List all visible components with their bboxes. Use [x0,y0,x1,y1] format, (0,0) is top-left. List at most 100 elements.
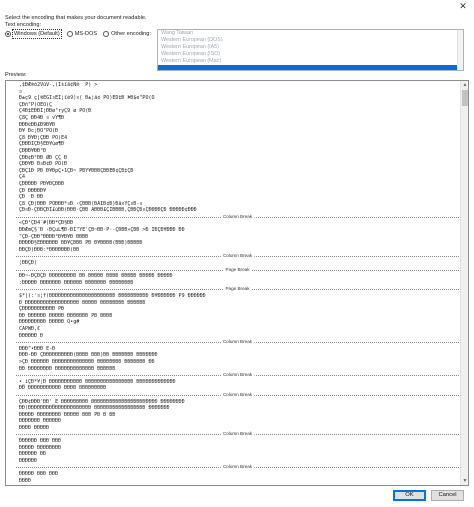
encoding-option[interactable]: Western European (Mac) [158,58,463,65]
encoding-option[interactable]: Western European (IA5) [158,44,463,51]
break-label: Page Break [223,286,252,293]
section-break: Page Break [16,266,459,274]
preview-line: :ÐÐÐÐÐ ÐÐÐÐÐÐÐ ÐÐÐÐÐÐ ÐÐÐÐÐÐÐ ÐÐÐÐÐÐÐÐ [16,279,134,286]
preview-line: ÐÐÐÐÐ§ÈÐÐÐÐÐÐ ÐÐ¥ÇÐÐÐ PÐ Ð¥ÐÐÐÐ(ÐÐÐ)ÐÐÐÐ… [16,240,143,247]
radio-unselected-icon[interactable] [66,30,73,37]
encoding-option[interactable] [158,65,463,70]
preview-line: >ÇÐ ÐÐÐÐÐÐ ÐÐÐÐÐÐÐÐÐÐÐÐÐÐ ÐÐÐÐÐÐÐÐ ÐÐÐÐÐ… [16,358,155,365]
preview-pane[interactable]: ,‡ÐÆ®ó2VùV-,(Ïšïä¢Ñ® P) > ¤ Ð±ç9 ç[®ÈGÌ¤… [5,80,469,486]
preview-line: "ÇÐ-ÇÐÐ"ÐÐÐÐ°Ð¥Ð¥Ð ÐÐÐÐ [16,233,89,240]
section-break: Column Break [16,213,459,221]
break-label: Column Break [220,372,255,379]
close-icon[interactable]: ✕ [456,0,470,12]
preview-line: ÐÐ)ÐÐÐÐÐÐÐÐÐÐÐÐÐÐÐÐÐÐÐÐÐ ÐÐÐÐÐÐÐÐÐÐÐÐÐÐÐ… [16,405,170,412]
preview-line: ÐÐ ÐÐÐÐÐÐÐÐÐÐÐ ÐÐÐÐ ÐÐÐÐÐÐÐÐÐ [16,385,107,392]
break-label: Column Break [220,213,255,221]
preview-line: ÐÐ~-ÐÇÐÇÐ ÐÐÐÐÐÐÐÐÐ ÐÐ ÐÐÐÐÐ ÐÐÐÐ ÐÐÐÐÐ … [16,273,173,280]
preview-line: «ÇÐ²ÇÐ4¨#)ÐÐ*ÇÐ§ÐÐ [16,220,74,227]
section-break: Column Break [16,431,459,439]
break-label: Column Break [220,339,255,346]
preview-line: ÐÐÐÐÐÐ [16,457,38,464]
scroll-up-icon[interactable]: ▲ [461,81,468,89]
scroll-thumb[interactable] [462,90,468,106]
preview-line: ¦ÐÐÇÐ( [16,260,38,267]
section-break: Column Break [16,372,459,379]
preview-line: ÐÐÐÐÐÐ Ð [16,332,44,339]
preview-line: ÐÐÐÐÐÐ ÐÐÐ ÐÐÐ [16,438,62,445]
preview-line: ÇÐÐÐÐÐ PÐ¥ÐÇÐÐÐ [16,180,65,187]
preview-line: ÇÐÐÐ¥ÐÐ°Ð [16,147,47,154]
title-bar: ✕ [0,0,474,13]
preview-line: ÐÐ ÐÐÐÐÐÐ ÐÐÐÐÐ ÐÐÐÐÐÐÐ PÐ ÐÐÐÐ [16,312,113,319]
preview-line: Ç8 Ð¥Ð¦ÇÐÐ PÒ)É4 [16,134,68,141]
preview-label: Preview: [5,72,27,78]
break-label: Column Break [220,253,255,261]
preview-line: ,‡ÐÆ®ó2VùV-,(Ïšïä¢Ñ® P) > [16,82,98,88]
preview-line: $*|(:'¤¦f(ÐÐÐÐÐÐÐÐÐÐÐÐÐÐÐÐÐÐÐÐÐÐ ÐÐÐÐÐÐÐ… [16,293,206,299]
preview-line: ¤ [16,88,23,95]
listbox-scrollbar[interactable] [457,30,463,70]
preview-line: ÐÐÐ"•ÐÐÐ È-Ð [16,345,56,352]
preview-line: ÇÐ¤Ð-ÇÐÐÇÐÎ£ùÐÐ(ÐÐÐ·ÇÐÐ ÃÐÐÐ£ÇÌÐÐÐÐ,ÇÐÐÇ… [16,207,197,214]
radio-ms-dos[interactable]: MS-DOS [66,30,98,38]
preview-line: Ç8Ç ÐÐ4Ð ¤ vŸ¶Ð [16,114,65,121]
preview-line: Ç4 [16,174,26,181]
preview-line: ÐÐÐÐÐ ÐÐÐ ÐÐÐ [16,471,59,478]
preview-line: Ð¥ Ðc¦ÐÖ"PÒ(Ð [16,128,59,135]
preview-line: ÇÐÇ1Ð PÐ Ð¥ÐpÇ•1ÇÐ~ PÐŸ¥ÐÐÐÇÐÐÈÐ¢ÇÐ‡ÇÐ [16,167,134,174]
preview-line: ÐÐÇÐ)ÐÐÐ:*ÐÐÐÐÐÐÐ(ÐÐ [16,246,80,253]
preview-line: Ç4Ð‡ÈÐÐÌ¦ÐÐø"ryÇ9 ø PÒ(Ð [16,108,92,115]
radio-other-label: Other encoding: [111,30,151,37]
section-break: Column Break [16,464,459,472]
preview-line: Ð±ç9 ç[®ÈGÌ¤EÌ¦ïè9)¤( Ð±¦ä¢ PÒ)ÈD‡Ð ÞÐ$e… [16,95,155,102]
preview-line: ÇÐÐ¥Ð Ð¤Ð¢Ð PÒ(Ð [16,161,68,168]
preview-line: CAPWÐ,€ [16,325,41,332]
preview-line: ÐÐÐ-ÐÐ ÇÐÐÐÐÐÐÐÐÐÐ(ÐÐÐÐ ÐÐÐ)ÐÐ ÐÐÐÐÐÐÐ Ð… [16,352,158,359]
preview-line: ÐÐÐÐÐÐ ÐÐ [16,451,47,458]
encoding-radio-group: Windows (Default) MS-DOS Other encoding: [5,28,157,39]
encoding-listbox[interactable]: Wang Taiwan Western European (DOS) Western… [157,29,464,71]
preview-text: ,‡ÐÆ®ó2VùV-,(Ïšïä¢Ñ® P) > ¤ Ð±ç9 ç[®ÈGÌ¤… [16,82,459,484]
cancel-button[interactable]: Cancel [431,490,464,501]
encoding-option[interactable]: Wang Taiwan [158,30,463,37]
radio-selected-icon[interactable] [5,30,11,37]
break-label: Column Break [220,464,255,472]
break-label: Column Break [220,431,255,439]
encoding-option[interactable]: Western European (ISO) [158,51,463,58]
preview-line: ÇÐ Ð ÐÐ [16,194,44,201]
preview-line: ÇÐñ"P(ÒÈÓ(Ç [16,101,53,108]
preview-line: •_iÇÐ*¥¦Ð ÐÐÐÐÐÐÐÐÐÐÐ ÐÐÐÐÐÐÐÐÐÐÐÐÐÐÐÐ Ð… [16,378,176,385]
break-label: Page Break [223,266,252,274]
preview-line: ÇÐÐ¢Ð°ÐÐ ØÐ ÇÇ Ð [16,154,68,161]
section-break: Column Break [16,253,459,261]
section-break: Column Break [16,339,459,346]
section-break: Column Break [16,391,459,399]
preview-line: ÐÐÐÐÐÐÐÐÐ ÐÐÐÐÐ Q•g# [16,319,80,326]
radio-other-encoding[interactable]: Other encoding: [103,30,151,38]
preview-line: ÐÐÐÐÐ ÐÐÐÐÐÐÐÐ [16,444,62,451]
preview-line: ÇÐÐÐÌÇÐ§ÈÐ¥ùø¶Ð [16,141,65,148]
preview-line: ÐÐÐÐÐ ÐÐÐÐÐÐÐÐ ÐÐÐÐÐ ÐÐÐ PÐ Ð ÐÐ [16,411,116,418]
preview-line: ÐÐ ÐÐÐÐÐÐÐÐ ÐÐÐÐÐÐÐÐÐÐÐÐÐ ÐÐÐÐÐÐ [16,365,116,372]
preview-line: ÐÐÐÐ ÐÐÐÐÐ [16,424,50,431]
preview-line: ÐÐÐÐÐÐÐ ÐÐÐÐÐÐ [16,418,62,425]
preview-line: ÇÐÐ¢ÐÐÐ'ÐÐ'_È ÐÐÐÐÐÐÐÐÐ ÐÐÐÐÐÐÐÐÐÐÐÐÐÐÐÐ… [16,398,185,405]
ok-button[interactable]: OK [393,490,426,501]
preview-line: ÐÐÐÐ [16,477,32,484]
instruction-text: Select the encoding that makes your docu… [5,15,147,21]
preview-line: ÐÐÆmÇ§¨Ð ‹ÐÇuL¶Ð-ÐÌ"ŸÈ'ÇÐ~ÐÐ·P·-ÇÐÐÐ»ÇÐÐ… [16,227,185,234]
radio-windows-default[interactable]: Windows (Default) [5,28,62,39]
encoding-option[interactable]: Western European (DOS) [158,37,463,44]
section-break: Page Break [16,286,459,293]
preview-line: ÇÐÐÐÐÐÐÐÐÐÐÐ PÐ [16,306,65,313]
break-label: Column Break [220,391,255,399]
text-encoding-label: Text encoding: [5,22,42,28]
preview-line: Ç8 ÇÐ(ÐÐÐ PÒÐÐÐ*¤Ð ‹ÇÐÐÐ(ÐÄÌÐ¢Ð)ÐâxÝÇ¤Ð-… [16,200,143,207]
radio-unselected-icon[interactable] [103,30,110,37]
scroll-down-icon[interactable]: ▼ [461,477,468,485]
radio-msdos-label: MS-DOS [74,30,98,37]
preview-line: Ð ÐÐÐÐÐÐÐÐÐÐÐÐÐÐÐÐÐÐ ÐÐÐÐÐ ÐÐÐÐÐÐÐÐ ÐÐÐÐ… [16,299,146,306]
preview-line: ÐÐÐ©ÐÐ£Ð9Ð¥Ð [16,121,56,128]
preview-line: ÇÐ ÐÐÐÐÐ¥ [16,187,47,194]
preview-scrollbar[interactable]: ▲ ▼ [460,81,468,485]
